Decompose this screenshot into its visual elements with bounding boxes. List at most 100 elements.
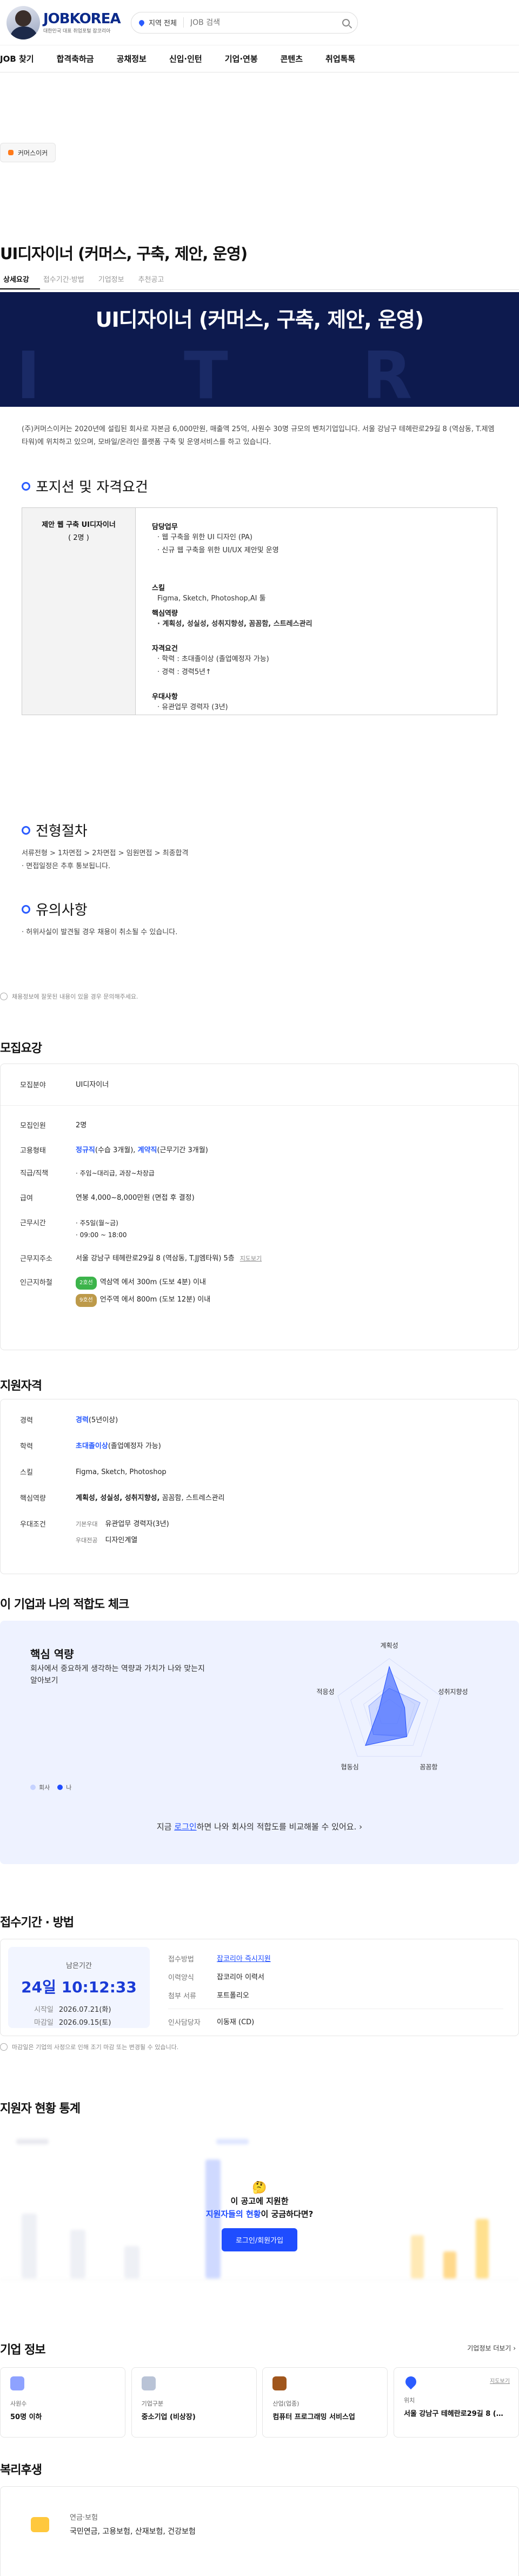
company-pill[interactable]: 커머스이커 [0, 143, 56, 162]
fit-panel: 핵심 역량 회사에서 중요하게 생각하는 역량과 가치가 나와 맞는지 알아보기… [0, 1621, 519, 1864]
core-value: 계획성, 성실성, 성취지향성, 꼼꼼함, 스트레스관리 [76, 1494, 225, 1502]
doc-label: 첨부 서류 [168, 1992, 196, 2000]
qual-row: 경력 경력(5년이상) [20, 1415, 499, 1426]
header: JOBKOREA 대한민국 대표 취업포털 잡코리아 지역 전체 [0, 0, 519, 45]
nav-talk[interactable]: 취업톡톡 [325, 53, 355, 64]
nav-content[interactable]: 콘텐츠 [281, 53, 303, 64]
duty-item: · 신규 웹 구축을 위한 UI/UX 제안및 운영 [157, 546, 279, 554]
stats-q2: 지원자들의 현황이 궁금하다면? [205, 2209, 314, 2219]
company-more-link[interactable]: 기업정보 더보기 › [467, 2343, 516, 2353]
method-value[interactable]: 잡코리아 즉시지원 [217, 1953, 271, 1965]
company-heading: 기업 정보 [0, 2343, 46, 2357]
thinking-face-icon: 🤔 [252, 2181, 267, 2195]
process-note: · 면접일정은 추후 통보됩니다. [22, 862, 111, 870]
recruit-row: 고용형태 정규직(수습 3개월), 계약직(근무기간 3개월) [20, 1145, 499, 1157]
section-ring-icon [22, 904, 30, 914]
qual-item: · 학력 : 초대졸이상 (졸업예정자 가능) [157, 655, 269, 663]
report-note-text: 채용정보에 잘못된 내용이 있을 경우 문의해주세요. [12, 993, 138, 1000]
career-label: 경력 [20, 1417, 33, 1425]
radar-axis-label: 꼼꼼함 [420, 1763, 437, 1771]
search-input[interactable] [190, 18, 342, 27]
region-select[interactable]: 지역 전체 [149, 17, 184, 28]
nav-company-salary[interactable]: 기업·연봉 [225, 53, 258, 64]
company-card-employees: 사원수 50명 이하 [0, 2367, 125, 2438]
nav-job[interactable]: JOB 찾기 [0, 53, 34, 64]
type-value: 정규직(수습 3개월), 계약직(근무기간 3개월) [76, 1146, 208, 1154]
recruit-row: 직급/직책 · 주임~대리급, 과장~차장급 [20, 1167, 499, 1179]
banner-deco: R [362, 339, 412, 407]
recruit-card: 모집분야 UI디자이너 모집인원 2명 고용형태 정규직(수습 3개월), 계약… [0, 1064, 519, 1350]
tab-recommend[interactable]: 추천공고 [135, 270, 175, 289]
welfare-card: 연금·보험 국민연금, 고용보험, 산재보험, 건강보험 [0, 2486, 519, 2576]
duty-item: · 웹 구축을 위한 UI 디자인 (PA) [157, 533, 252, 541]
company-cards: 사원수 50명 이하 기업구분 중소기업 (비상장) 산업(업종) 컴퓨터 프로… [0, 2367, 519, 2438]
building-icon [141, 2376, 156, 2390]
recruit-row: 근무지주소 서울 강남구 테헤란로29길 8 (역삼동, T.JJ엠타워) 5층… [20, 1253, 499, 1265]
doc-value: 포트폴리오 [217, 1992, 249, 2000]
position-name: 제안 웹 구축 UI디자이너 [42, 521, 116, 529]
nav-bonus[interactable]: 합격축하금 [57, 53, 94, 64]
fit-heading: 이 기업과 나의 적합도 체크 [0, 1598, 129, 1611]
qual-label: 자격요건 [152, 645, 178, 653]
pref-value: · 유관업무 경력자 (3년) [157, 703, 228, 711]
position-heading-text: 포지션 및 자격요건 [36, 479, 148, 496]
search-icon[interactable] [342, 18, 350, 27]
edu-value: 초대졸이상(졸업예정자 가능) [76, 1442, 161, 1450]
apply-note: 마감일은 기업의 사정으로 인해 조기 마감 또는 변경될 수 있습니다. [0, 2043, 178, 2051]
stats-heading: 지원자 현황 통계 [0, 2102, 81, 2116]
career-value: 경력(5년이상) [76, 1416, 118, 1424]
end-date: 마감일 2026.09.15(토) [34, 2019, 111, 2027]
radar-axis-label: 성취지향성 [438, 1688, 468, 1696]
recruit-row: 인근지하철 2호선 역삼역 에서 300m (도보 4분) 이내 9호선 언주역 에… [20, 1277, 499, 1307]
field-label: 모집분야 [20, 1081, 46, 1089]
core-label: 핵심역량 [152, 610, 178, 618]
nav-entry-intern[interactable]: 신입·인턴 [169, 53, 202, 64]
login-link[interactable]: 로그인 [174, 1822, 196, 1832]
form-label: 이력양식 [168, 1974, 194, 1982]
tab-apply-period[interactable]: 접수기간·방법 [40, 270, 95, 289]
company-card-location: 지도보기 위치 서울 강남구 테헤란로29길 8 (역삼동) [393, 2367, 519, 2438]
subway-label: 인근지하철 [20, 1279, 52, 1287]
chevron-right-icon: › [359, 1822, 363, 1832]
addr-label: 근무지주소 [20, 1255, 52, 1263]
rank-label: 직급/직책 [20, 1170, 49, 1178]
apply-note-text: 마감일은 기업의 사정으로 인해 조기 마감 또는 변경될 수 있습니다. [12, 2044, 179, 2051]
report-note[interactable]: 채용정보에 잘못된 내용이 있을 경우 문의해주세요. [0, 992, 138, 1001]
map-link[interactable]: 지도보기 [240, 1255, 262, 1262]
tab-company-info[interactable]: 기업정보 [95, 270, 135, 289]
qual-card: 경력 경력(5년이상) 학력 초대졸이상(졸업예정자 가능) 스킬 Figma,… [0, 1399, 519, 1574]
fit-cta: 지금 로그인하면 나와 회사의 적합도를 비교해볼 수 있어요. › [156, 1822, 363, 1832]
edu-label: 학력 [20, 1443, 33, 1451]
location-pin-icon [137, 18, 146, 27]
company-intro: (주)커머스이커는 2020년에 설립된 회사로 자본금 6,000만원, 매출… [22, 425, 495, 446]
people-icon [10, 2376, 24, 2390]
apply-heading: 접수기간 · 방법 [0, 1916, 74, 1930]
wallet-icon [31, 2517, 49, 2532]
job-banner: I T R UI디자이너 (커머스, 구축, 제안, 운영) [0, 292, 519, 407]
recruit-row: 모집분야 UI디자이너 [20, 1079, 499, 1091]
process-heading: 전형절차 [22, 820, 88, 840]
pref-value: 기본우대 유관업무 경력자(3년) 우대전공 디자인계열 [76, 1520, 169, 1544]
radar-axis-label: 협동심 [341, 1763, 359, 1771]
chevron-right-icon: › [513, 2344, 516, 2352]
manager-label: 인사담당자 [168, 2019, 201, 2027]
caution-heading-text: 유의사항 [36, 902, 88, 919]
salary-value: 연봉 4,000~8,000만원 (면접 후 결정) [76, 1194, 195, 1202]
qual-item: · 경력 : 경력5년↑ [157, 668, 211, 676]
company-map-link[interactable]: 지도보기 [490, 2376, 510, 2385]
form-value: 잡코리아 이력서 [217, 1973, 264, 1981]
pref-label: 우대조건 [20, 1521, 46, 1529]
company-card-industry: 산업(업종) 컴퓨터 프로그래밍 서비스업 [262, 2367, 388, 2438]
field-value: UI디자이너 [76, 1081, 109, 1089]
qual-row: 학력 초대졸이상(졸업예정자 가능) [20, 1441, 499, 1452]
qual-row: 우대조건 기본우대 유관업무 경력자(3년) 우대전공 디자인계열 [20, 1518, 499, 1547]
login-signup-button[interactable]: 로그인/회원가입 [221, 2228, 298, 2251]
job-title: UI디자이너 (커머스, 구축, 제안, 운영) [0, 245, 248, 263]
nav-open-recruit[interactable]: 공채정보 [117, 53, 147, 64]
tab-detail[interactable]: 상세요강 [0, 270, 40, 289]
location-pin-icon [403, 2374, 419, 2390]
time-value: · 주5일(월~금) · 09:00 ~ 18:00 [76, 1219, 127, 1239]
logo[interactable]: JOBKOREA 대한민국 대표 취업포털 잡코리아 [6, 5, 125, 39]
banner-deco: T [184, 339, 228, 407]
line2-tag: 2호선 [76, 1277, 97, 1290]
